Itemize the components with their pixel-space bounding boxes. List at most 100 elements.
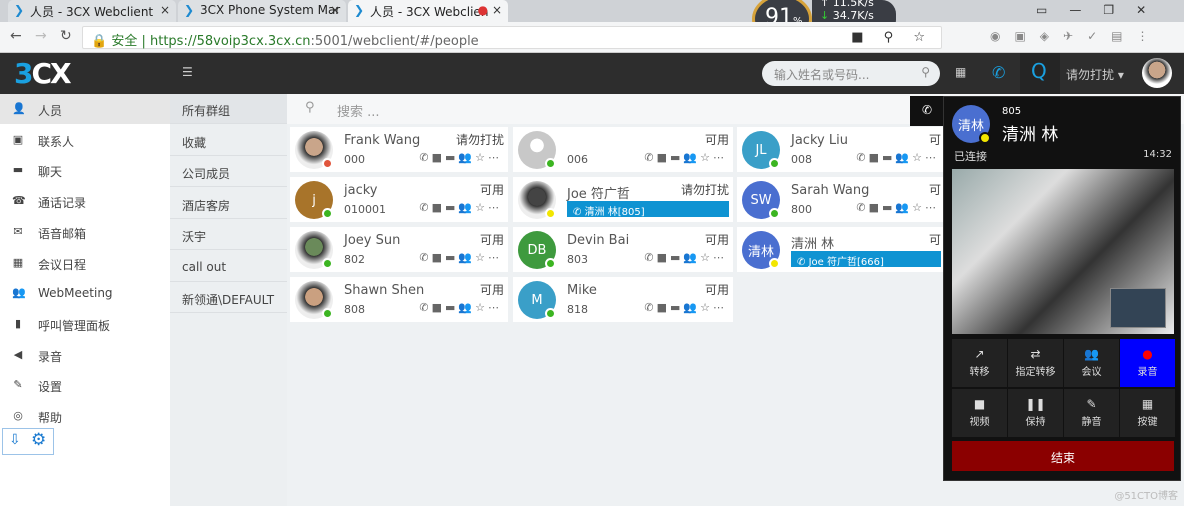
- sidebar-item[interactable]: ▮ 呼叫管理面板: [0, 309, 170, 339]
- extension-icons[interactable]: ◉▣◈✈✓▤⋮: [990, 29, 1162, 43]
- call-icon[interactable]: ✆: [419, 251, 431, 264]
- chat-icon[interactable]: ▬: [670, 151, 683, 164]
- sidebar-item[interactable]: ▦ 会议日程: [0, 248, 170, 278]
- contact-card[interactable]: Frank Wang 请勿打扰 000 ✆■▬👥☆⋯: [290, 127, 508, 172]
- call-icon[interactable]: ✆: [419, 201, 431, 214]
- favorite-icon[interactable]: ☆: [700, 151, 713, 164]
- close-tab-icon[interactable]: ● ×: [478, 3, 502, 17]
- call-icon[interactable]: ✆: [856, 201, 868, 214]
- active-call-badge[interactable]: ✆ 清洲 林[805]: [567, 201, 729, 217]
- call-icon[interactable]: ✆: [419, 151, 431, 164]
- group-item[interactable]: 新领通\DEFAULT: [170, 283, 287, 313]
- call-icon[interactable]: ✆: [644, 301, 656, 314]
- user-avatar[interactable]: [1142, 58, 1172, 88]
- active-call-badge[interactable]: ✆ Joe 符广哲[666]: [791, 251, 941, 267]
- call-button-0[interactable]: ↗ 转移: [952, 339, 1007, 387]
- chat-icon[interactable]: ▬: [445, 251, 458, 264]
- call-panel-tab[interactable]: ✆: [910, 96, 944, 126]
- more-icon[interactable]: ⋯: [925, 201, 939, 214]
- browser-tab[interactable]: ❯ 3CX Phone System Mar ×: [178, 0, 346, 22]
- sidebar-item[interactable]: ✎ 设置: [0, 370, 170, 400]
- group-item[interactable]: 公司成员: [170, 157, 287, 187]
- more-icon[interactable]: ⋯: [488, 251, 502, 264]
- call-button-4[interactable]: ■ 视频: [952, 389, 1007, 437]
- more-icon[interactable]: ⋯: [713, 251, 727, 264]
- video-icon[interactable]: ■: [657, 251, 670, 264]
- meeting-icon[interactable]: 👥: [458, 251, 475, 264]
- chat-icon[interactable]: ▬: [670, 301, 683, 314]
- call-button-5[interactable]: ❚❚ 保持: [1008, 389, 1063, 437]
- close-tab-icon[interactable]: ×: [330, 3, 340, 17]
- group-item[interactable]: 沃宇: [170, 220, 287, 250]
- download-icon[interactable]: ⇩: [9, 432, 21, 448]
- meeting-icon[interactable]: 👥: [458, 201, 475, 214]
- more-icon[interactable]: ⋯: [713, 151, 727, 164]
- sidebar-item[interactable]: ☎ 通话记录: [0, 186, 170, 216]
- call-icon[interactable]: ✆: [419, 301, 431, 314]
- group-item[interactable]: call out: [170, 252, 287, 282]
- more-icon[interactable]: ⋯: [713, 301, 727, 314]
- sidebar-item[interactable]: ✉ 语音邮箱: [0, 217, 170, 247]
- contact-card[interactable]: SW Sarah Wang 可 800 ✆■▬👥☆⋯: [737, 177, 945, 222]
- sidebar-item[interactable]: 👥 WebMeeting: [0, 278, 170, 308]
- call-button-1[interactable]: ⇄ 指定转移: [1008, 339, 1063, 387]
- video-icon[interactable]: ■: [432, 251, 445, 264]
- sidebar-item[interactable]: 👤 人员: [0, 94, 170, 124]
- meeting-icon[interactable]: 👥: [458, 301, 475, 314]
- group-item[interactable]: 收藏: [170, 126, 287, 156]
- browser-tab-active[interactable]: ❯ 人员 - 3CX Webclien ● ×: [348, 0, 508, 22]
- video-icon[interactable]: ■: [869, 201, 882, 214]
- contact-card[interactable]: 清林 清洲 林 可 ✆ Joe 符广哲[666]: [737, 227, 945, 272]
- q-button[interactable]: Q: [1020, 53, 1060, 94]
- chat-icon[interactable]: ▬: [882, 201, 895, 214]
- status-dropdown[interactable]: 请勿打扰 ▾: [1066, 66, 1124, 83]
- sidebar-item[interactable]: ▣ 联系人: [0, 125, 170, 155]
- call-button-6[interactable]: ✎ 静音: [1064, 389, 1119, 437]
- call-button-2[interactable]: 👥 会议: [1064, 339, 1119, 387]
- phone-icon[interactable]: ✆: [992, 63, 1005, 82]
- favorite-icon[interactable]: ☆: [475, 201, 488, 214]
- sidebar-item[interactable]: ▬ 聊天: [0, 155, 170, 185]
- gear-icon[interactable]: ⚙: [31, 430, 46, 450]
- favorite-icon[interactable]: ☆: [475, 151, 488, 164]
- back-icon[interactable]: ←: [10, 28, 22, 44]
- sidebar-item[interactable]: ◎ 帮助: [0, 401, 170, 431]
- group-item[interactable]: 所有群组: [170, 94, 287, 124]
- chat-icon[interactable]: ▬: [445, 151, 458, 164]
- chat-icon[interactable]: ▬: [445, 301, 458, 314]
- contact-card[interactable]: M Mike 可用 818 ✆■▬👥☆⋯: [513, 277, 733, 322]
- call-button-3[interactable]: ● 录音: [1120, 339, 1175, 387]
- reload-icon[interactable]: ↻: [60, 28, 72, 44]
- video-icon[interactable]: ■: [432, 151, 445, 164]
- chat-icon[interactable]: ▬: [670, 251, 683, 264]
- video-icon[interactable]: ■: [432, 301, 445, 314]
- more-icon[interactable]: ⋯: [488, 151, 502, 164]
- close-tab-icon[interactable]: ×: [160, 3, 170, 17]
- contact-card[interactable]: Joey Sun 可用 802 ✆■▬👥☆⋯: [290, 227, 508, 272]
- favorite-icon[interactable]: ☆: [912, 151, 925, 164]
- meeting-icon[interactable]: 👥: [683, 301, 700, 314]
- call-icon[interactable]: ✆: [856, 151, 868, 164]
- menu-toggle-icon[interactable]: ☰: [182, 65, 193, 79]
- more-icon[interactable]: ⋯: [925, 151, 939, 164]
- meeting-icon[interactable]: 👥: [895, 201, 912, 214]
- more-icon[interactable]: ⋯: [488, 201, 502, 214]
- chat-icon[interactable]: ▬: [882, 151, 895, 164]
- contact-card[interactable]: j jacky 可用 010001 ✆■▬👥☆⋯: [290, 177, 508, 222]
- header-search-input[interactable]: 输入姓名或号码... ⚲: [762, 61, 940, 86]
- favorite-icon[interactable]: ☆: [912, 201, 925, 214]
- favorite-icon[interactable]: ☆: [475, 301, 488, 314]
- contact-card[interactable]: Shawn Shen 可用 808 ✆■▬👥☆⋯: [290, 277, 508, 322]
- favorite-icon[interactable]: ☆: [700, 251, 713, 264]
- sidebar-item[interactable]: ◀ 录音: [0, 340, 170, 370]
- video-icon[interactable]: ■: [657, 151, 670, 164]
- end-call-button[interactable]: 结束: [952, 441, 1174, 471]
- meeting-icon[interactable]: 👥: [683, 151, 700, 164]
- meeting-icon[interactable]: 👥: [458, 151, 475, 164]
- more-icon[interactable]: ⋯: [488, 301, 502, 314]
- favorite-icon[interactable]: ☆: [475, 251, 488, 264]
- call-icon[interactable]: ✆: [644, 151, 656, 164]
- meeting-icon[interactable]: 👥: [895, 151, 912, 164]
- video-icon[interactable]: ■: [657, 301, 670, 314]
- dialpad-icon[interactable]: ▦: [955, 65, 966, 79]
